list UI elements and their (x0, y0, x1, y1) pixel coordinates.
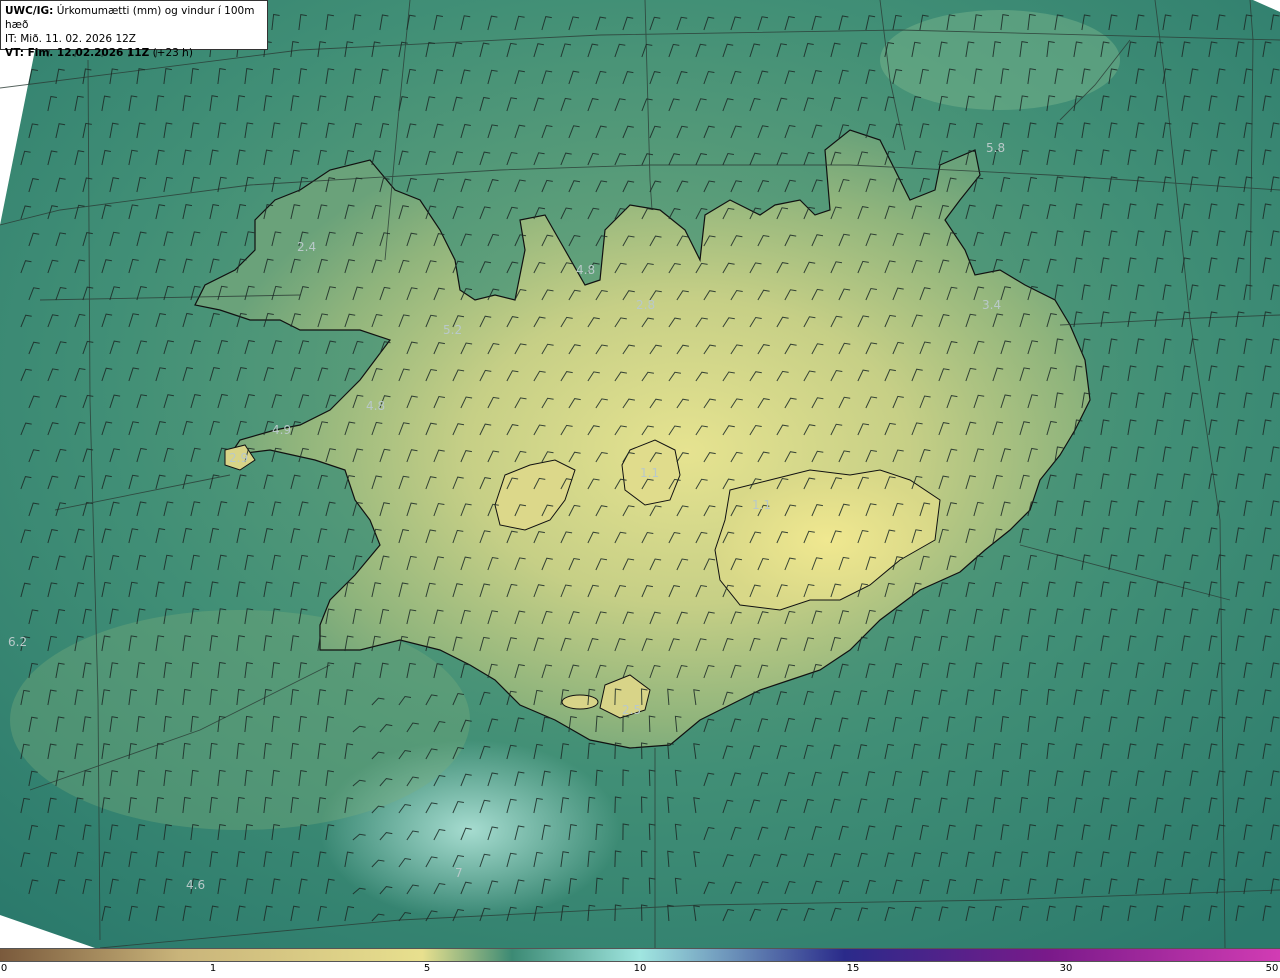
value-label: 3.4 (982, 298, 1002, 312)
value-label: 2.9 (229, 451, 249, 465)
info-line-2: IT: Mið. 11. 02. 2026 12Z (5, 33, 136, 45)
info-line-1: UWC/IG: Úrkomumætti (mm) og vindur í 100… (5, 5, 255, 31)
value-label: 4.8 (576, 263, 596, 277)
colorbar-tick: 10 (633, 963, 647, 974)
value-label: 1.1 (752, 498, 772, 512)
map-info-box: UWC/IG: Úrkomumætti (mm) og vindur í 100… (0, 0, 268, 59)
value-label: 2.5 (622, 703, 642, 717)
colorbar: 0 1 5 10 15 30 50 (0, 948, 1280, 978)
colorbar-gradient (0, 948, 1280, 962)
value-label: 4.8 (366, 399, 386, 413)
value-label: 7 (455, 866, 463, 880)
value-label: 1.1 (640, 466, 660, 480)
value-label: 5.8 (986, 141, 1006, 155)
colorbar-tick: 15 (846, 963, 860, 974)
value-label: 4.6 (186, 878, 206, 892)
value-label: 4.9 (272, 423, 292, 437)
colorbar-tick: 0 (0, 963, 8, 974)
value-label: 2.8 (636, 298, 656, 312)
colorbar-tick: 30 (1059, 963, 1073, 974)
value-label: 5.2 (443, 323, 463, 337)
colorbar-tick: 50 (1265, 963, 1279, 974)
info-line-3: VT: Fim. 12.02.2026 11Z (+23 h) (5, 47, 193, 59)
colorbar-tick: 1 (209, 963, 217, 974)
colorbar-tick: 5 (423, 963, 431, 974)
weather-map[interactable]: UWC/IG: Úrkomumætti (mm) og vindur í 100… (0, 0, 1280, 948)
value-label: 2.4 (297, 240, 317, 254)
value-label: 6.2 (8, 635, 28, 649)
